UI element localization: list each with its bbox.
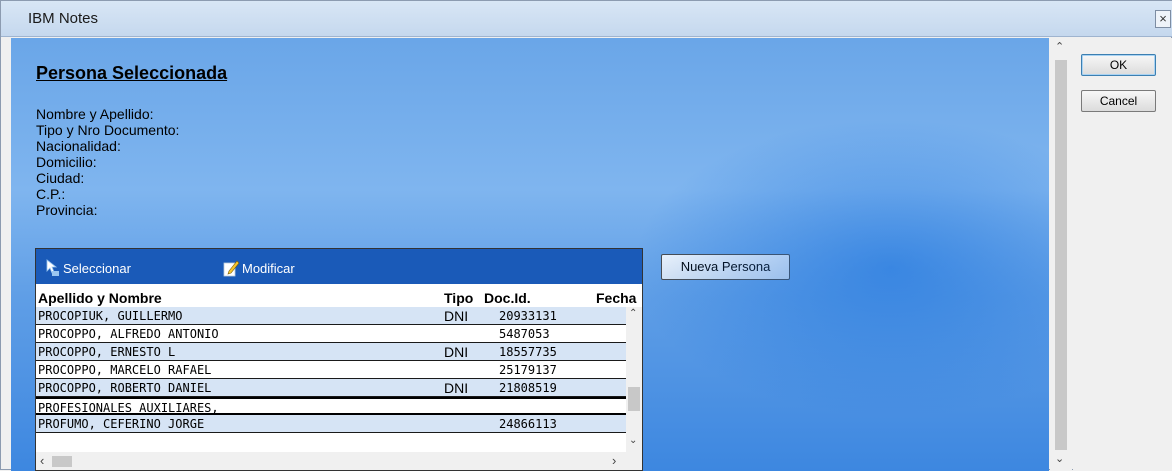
table-row[interactable]: PROCOPPO, ALFREDO ANTONIO 5487053 xyxy=(36,325,626,343)
new-person-button[interactable]: Nueva Persona xyxy=(661,254,790,280)
cell-doc: 24866113 xyxy=(499,417,557,431)
column-header-doc[interactable]: Doc.Id. xyxy=(484,290,531,306)
table-row[interactable]: PROCOPIUK, GUILLERMO DNI 20933131 xyxy=(36,307,626,325)
scroll-right-icon[interactable]: › xyxy=(612,453,616,468)
person-field-labels: Nombre y Apellido: Tipo y Nro Documento:… xyxy=(36,106,179,218)
cell-doc: 20933131 xyxy=(499,309,557,323)
scroll-up-icon[interactable]: ⌃ xyxy=(1055,40,1064,53)
table-vertical-scrollbar[interactable]: ⌃ ⌄ xyxy=(626,307,642,452)
dialog-vertical-scrollbar[interactable]: ⌃ ⌄ xyxy=(1050,38,1072,471)
cancel-button[interactable]: Cancel xyxy=(1081,90,1156,112)
close-button[interactable]: × xyxy=(1155,10,1171,28)
table-scroll-thumb[interactable] xyxy=(628,387,640,411)
ok-button[interactable]: OK xyxy=(1081,54,1156,76)
modify-label: Modificar xyxy=(242,261,295,276)
cell-doc: 25179137 xyxy=(499,363,557,377)
dialog-scroll-thumb[interactable] xyxy=(1055,60,1067,450)
table-row[interactable]: PROCOPPO, ERNESTO L DNI 18557735 xyxy=(36,343,626,361)
dialog-content: Persona Seleccionada Nombre y Apellido: … xyxy=(11,38,1049,471)
table-row[interactable]: PROFUMO, CEFERINO JORGE 24866113 xyxy=(36,415,626,433)
field-label-cp: C.P.: xyxy=(36,186,66,202)
cell-doc: 5487053 xyxy=(499,327,550,341)
cell-doc: 21808519 xyxy=(499,381,557,395)
cell-name: PROCOPPO, MARCELO RAFAEL xyxy=(38,363,212,377)
field-label-nombre: Nombre y Apellido: xyxy=(36,106,154,122)
table-horizontal-scrollbar[interactable]: ‹ › xyxy=(36,452,642,470)
select-button[interactable]: Seleccionar xyxy=(44,259,131,277)
cell-doc: 18557735 xyxy=(499,345,557,359)
column-header-fecha[interactable]: Fecha xyxy=(596,290,636,306)
cell-name: PROFESIONALES AUXILIARES, xyxy=(38,401,219,415)
field-label-ciudad: Ciudad: xyxy=(36,170,85,186)
table-row[interactable]: PROCOPPO, MARCELO RAFAEL 25179137 xyxy=(36,361,626,379)
scroll-up-icon[interactable]: ⌃ xyxy=(629,308,637,319)
ibm-notes-dialog-window: IBM Notes × Persona Seleccionada Nombre … xyxy=(0,0,1172,471)
person-table: Seleccionar Modificar Apellido y Nombre … xyxy=(35,248,643,471)
table-row-selected[interactable]: PROFESIONALES AUXILIARES, xyxy=(36,397,626,415)
pointer-select-icon xyxy=(46,259,59,276)
select-label: Seleccionar xyxy=(63,261,131,276)
cell-name: PROFUMO, CEFERINO JORGE xyxy=(38,417,205,431)
column-header-name[interactable]: Apellido y Nombre xyxy=(38,290,162,306)
scroll-left-icon[interactable]: ‹ xyxy=(40,453,44,468)
field-label-documento: Tipo y Nro Documento: xyxy=(36,122,180,138)
column-header-tipo[interactable]: Tipo xyxy=(444,290,473,306)
field-label-domicilio: Domicilio: xyxy=(36,154,97,170)
table-toolbar: Seleccionar Modificar xyxy=(36,249,642,284)
table-row[interactable]: PROCOPPO, ROBERTO DANIEL DNI 21808519 xyxy=(36,379,626,397)
scroll-down-icon[interactable]: ⌄ xyxy=(1055,452,1064,465)
field-label-provincia: Provincia: xyxy=(36,202,98,218)
dialog-button-panel: OK Cancel xyxy=(1073,38,1172,471)
cell-name: PROCOPIUK, GUILLERMO xyxy=(38,309,183,323)
field-label-nacionalidad: Nacionalidad: xyxy=(36,138,121,154)
scroll-down-icon[interactable]: ⌄ xyxy=(629,435,637,446)
cell-tipo: DNI xyxy=(444,380,469,396)
edit-pencil-icon xyxy=(223,260,239,277)
cell-tipo: DNI xyxy=(444,308,469,324)
table-rows: PROCOPIUK, GUILLERMO DNI 20933131 PROCOP… xyxy=(36,307,626,433)
table-hscroll-thumb[interactable] xyxy=(52,456,72,467)
modify-button[interactable]: Modificar xyxy=(223,259,295,277)
table-column-headers: Apellido y Nombre Tipo Doc.Id. Fecha xyxy=(36,289,642,307)
window-title: IBM Notes xyxy=(28,10,99,27)
cell-name: PROCOPPO, ERNESTO L xyxy=(38,345,176,359)
title-bar: IBM Notes × xyxy=(1,1,1172,37)
cell-name: PROCOPPO, ROBERTO DANIEL xyxy=(38,381,212,395)
section-title: Persona Seleccionada xyxy=(36,63,228,83)
cell-tipo: DNI xyxy=(444,344,469,360)
cell-name: PROCOPPO, ALFREDO ANTONIO xyxy=(38,327,219,341)
